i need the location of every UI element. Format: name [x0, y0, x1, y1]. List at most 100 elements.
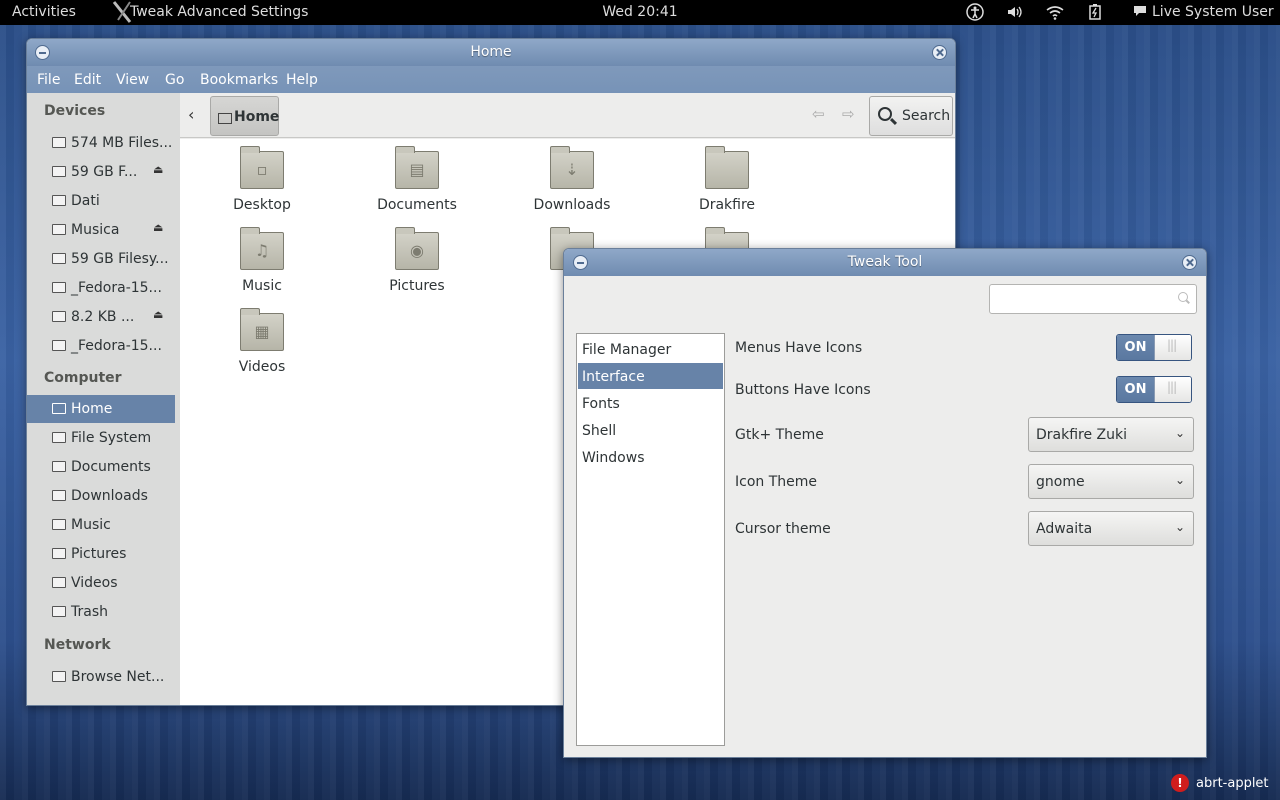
menus-have-icons-label: Menus Have Icons — [735, 340, 863, 356]
places-sidebar: Devices 574 MB Files... 59 GB F... ⏏ Dati… — [27, 93, 180, 705]
sidebar-item-pictures[interactable]: Pictures — [27, 540, 175, 568]
menu-view[interactable]: View — [116, 72, 149, 88]
icon-theme-select[interactable]: gnome ⌄ — [1028, 464, 1194, 499]
drive-icon — [52, 253, 66, 264]
folder-icon — [705, 146, 749, 189]
sidebar-device[interactable]: _Fedora-15... — [27, 332, 175, 360]
folder-icon — [52, 519, 66, 530]
network-heading: Network — [44, 637, 111, 653]
minimize-button[interactable] — [573, 255, 588, 270]
sidebar-item-home[interactable]: Home — [27, 395, 175, 423]
volume-icon[interactable] — [1006, 3, 1024, 21]
minimize-button[interactable] — [35, 45, 50, 60]
drive-icon — [52, 340, 66, 351]
menu-edit[interactable]: Edit — [74, 72, 101, 88]
folder-icon: ▤ — [395, 146, 439, 189]
network-icon — [52, 671, 66, 682]
folder-icon: ◉ — [395, 227, 439, 270]
activities-button[interactable]: Activities — [12, 4, 76, 20]
file-manager-titlebar[interactable]: Home — [27, 39, 955, 66]
chevron-left-icon[interactable]: ‹ — [188, 105, 194, 124]
category-list: File Manager Interface Fonts Shell Windo… — [576, 333, 725, 746]
category-windows[interactable]: Windows — [578, 444, 723, 470]
menu-help[interactable]: Help — [286, 72, 318, 88]
category-fonts[interactable]: Fonts — [578, 390, 723, 416]
sidebar-device[interactable]: 574 MB Files... — [27, 129, 175, 157]
file-manager-toolbar: ‹ Home ⇦ ⇨ Search — [180, 93, 955, 138]
sidebar-item-browse-network[interactable]: Browse Net... — [27, 663, 175, 691]
gtk-theme-select[interactable]: Drakfire Zuki ⌄ — [1028, 417, 1194, 452]
file-item-drakfire[interactable]: Drakfire — [662, 146, 792, 222]
accessibility-icon[interactable] — [966, 3, 984, 21]
buttons-have-icons-toggle[interactable]: ON — [1116, 376, 1192, 403]
folder-icon: ▦ — [240, 308, 284, 351]
user-menu[interactable]: Live System User — [1152, 4, 1274, 20]
tweak-tool-window: Tweak Tool File Manager Interface Fonts … — [563, 248, 1207, 758]
gtk-theme-label: Gtk+ Theme — [735, 427, 824, 443]
wifi-icon[interactable] — [1046, 3, 1064, 21]
file-item-music[interactable]: ♫ Music — [197, 227, 327, 303]
sidebar-device[interactable]: 59 GB F... ⏏ — [27, 158, 175, 186]
menus-have-icons-toggle[interactable]: ON — [1116, 334, 1192, 361]
file-item-videos[interactable]: ▦ Videos — [197, 308, 327, 384]
sidebar-device[interactable]: _Fedora-15... — [27, 274, 175, 302]
buttons-have-icons-label: Buttons Have Icons — [735, 382, 871, 398]
battery-icon[interactable] — [1086, 3, 1104, 21]
search-button[interactable]: Search — [869, 96, 953, 136]
top-panel: Activities Tweak Advanced Settings Wed 2… — [0, 0, 1280, 25]
abrt-applet-tray[interactable]: ! abrt-applet — [1170, 773, 1280, 795]
sidebar-item-music[interactable]: Music — [27, 511, 175, 539]
tweak-tool-titlebar[interactable]: Tweak Tool — [564, 249, 1206, 276]
icon-theme-label: Icon Theme — [735, 474, 818, 490]
category-interface[interactable]: Interface — [578, 363, 723, 389]
app-menu[interactable]: Tweak Advanced Settings — [130, 4, 308, 20]
cursor-theme-label: Cursor theme — [735, 521, 831, 537]
file-item-desktop[interactable]: ▫ Desktop — [197, 146, 327, 222]
drive-icon — [52, 224, 66, 235]
sidebar-item-videos[interactable]: Videos — [27, 569, 175, 597]
computer-heading: Computer — [44, 370, 122, 386]
folder-icon — [52, 577, 66, 588]
file-item-downloads[interactable]: ⇣ Downloads — [507, 146, 637, 222]
menu-go[interactable]: Go — [165, 72, 184, 88]
menu-file[interactable]: File — [37, 72, 60, 88]
close-button[interactable] — [932, 45, 947, 60]
drive-icon — [52, 282, 66, 293]
chevron-down-icon: ⌄ — [1174, 520, 1185, 534]
eject-icon[interactable]: ⏏ — [153, 163, 163, 176]
file-item-documents[interactable]: ▤ Documents — [352, 146, 482, 222]
folder-icon: ▫ — [240, 146, 284, 189]
eject-icon[interactable]: ⏏ — [153, 308, 163, 321]
file-item-pictures[interactable]: ◉ Pictures — [352, 227, 482, 303]
sidebar-device[interactable]: Musica ⏏ — [27, 216, 175, 244]
sidebar-item-trash[interactable]: Trash — [27, 598, 175, 626]
tweak-search-input[interactable] — [989, 284, 1197, 314]
menu-bookmarks[interactable]: Bookmarks — [200, 72, 278, 88]
home-folder-icon — [218, 113, 232, 124]
sidebar-item-documents[interactable]: Documents — [27, 453, 175, 481]
clock[interactable]: Wed 20:41 — [602, 4, 677, 20]
back-arrow-icon[interactable]: ⇦ — [812, 105, 825, 123]
sidebar-item-downloads[interactable]: Downloads — [27, 482, 175, 510]
sidebar-item-file-system[interactable]: File System — [27, 424, 175, 452]
devices-heading: Devices — [44, 103, 106, 119]
sidebar-device[interactable]: Dati — [27, 187, 175, 215]
close-button[interactable] — [1182, 255, 1197, 270]
sidebar-device[interactable]: 8.2 KB ... ⏏ — [27, 303, 175, 331]
folder-icon: ⇣ — [550, 146, 594, 189]
drive-icon — [52, 432, 66, 443]
folder-icon: ♫ — [240, 227, 284, 270]
menubar: File Edit View Go Bookmarks Help — [27, 66, 955, 93]
eject-icon[interactable]: ⏏ — [153, 221, 163, 234]
cursor-theme-select[interactable]: Adwaita ⌄ — [1028, 511, 1194, 546]
breadcrumb-home[interactable]: Home — [210, 96, 279, 136]
drive-icon — [52, 311, 66, 322]
sidebar-device[interactable]: 59 GB Filesy... — [27, 245, 175, 273]
category-shell[interactable]: Shell — [578, 417, 723, 443]
folder-icon — [52, 548, 66, 559]
toggle-knob — [1154, 377, 1191, 402]
category-file-manager[interactable]: File Manager — [578, 336, 723, 362]
window-title: Tweak Tool — [847, 254, 923, 270]
forward-arrow-icon[interactable]: ⇨ — [842, 105, 855, 123]
drive-icon — [52, 137, 66, 148]
